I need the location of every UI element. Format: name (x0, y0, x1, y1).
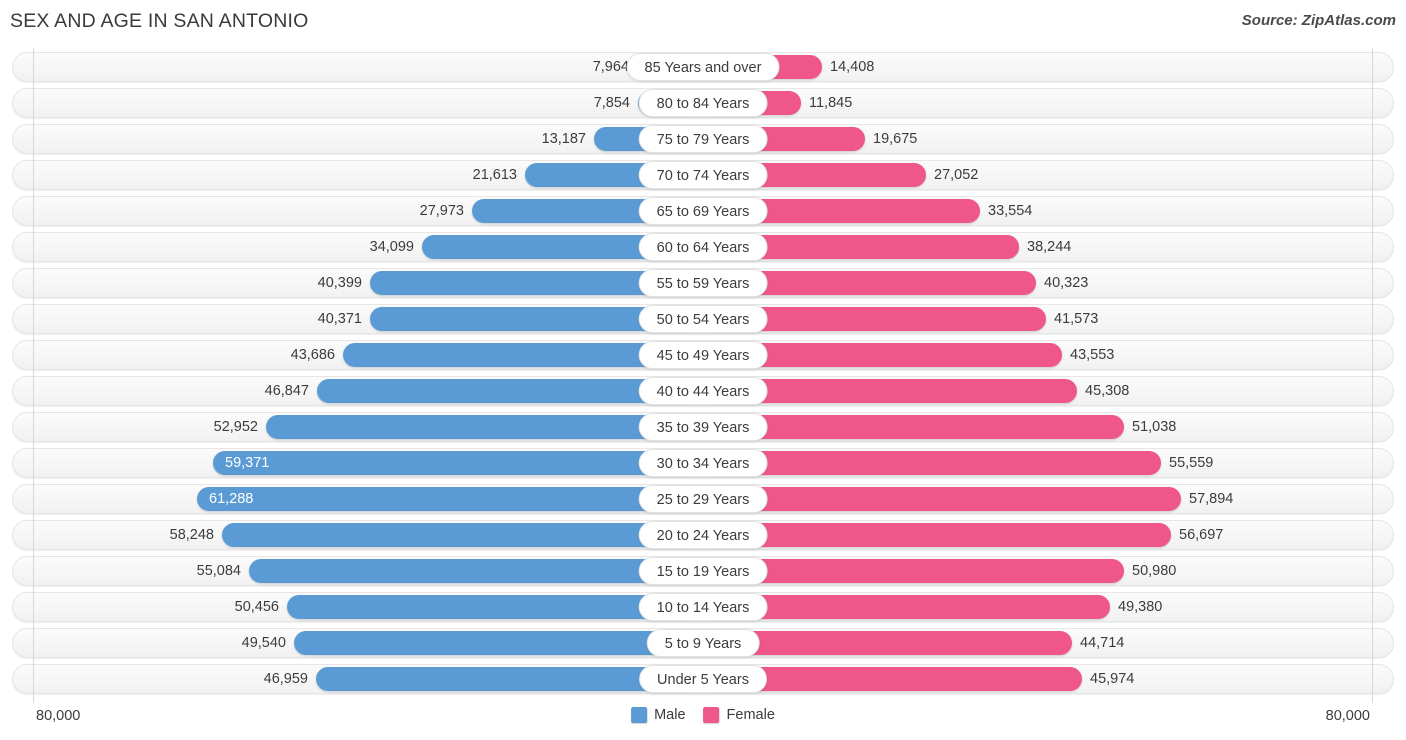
chart-row: 61,288 57,894 25 to 29 Years (12, 484, 1394, 514)
chart-header: SEX AND AGE IN SAN ANTONIO Source: ZipAt… (0, 0, 1406, 44)
female-value-label: 45,974 (1090, 671, 1135, 687)
legend-swatch-icon (703, 707, 720, 723)
female-value-label: 11,845 (809, 95, 853, 111)
female-value-label: 49,380 (1118, 599, 1163, 615)
male-bar[interactable] (266, 415, 703, 439)
age-group-label: 45 to 49 Years (638, 341, 768, 369)
chart-row: 50,456 49,380 10 to 14 Years (12, 592, 1394, 622)
chart-row: 46,959 45,974 Under 5 Years (12, 664, 1394, 694)
chart-row: 40,371 41,573 50 to 54 Years (12, 304, 1394, 334)
male-value-label: 59,371 (225, 455, 270, 471)
chart-row: 58,248 56,697 20 to 24 Years (12, 520, 1394, 550)
age-group-label: 60 to 64 Years (638, 233, 768, 261)
male-value-label: 27,973 (419, 203, 464, 219)
male-value-label: 34,099 (369, 239, 414, 255)
chart-row: 7,854 11,845 80 to 84 Years (12, 88, 1394, 118)
female-value-label: 19,675 (873, 131, 918, 147)
chart-row: 21,613 27,052 70 to 74 Years (12, 160, 1394, 190)
age-group-label: 55 to 59 Years (638, 269, 768, 297)
legend-swatch-icon (631, 707, 648, 723)
male-value-label: 7,854 (593, 95, 630, 111)
source-attribution: Source: ZipAtlas.com (1241, 12, 1396, 29)
age-group-label: 20 to 24 Years (638, 521, 768, 549)
male-value-label: 49,540 (241, 635, 286, 651)
chart-row: 43,686 43,553 45 to 49 Years (12, 340, 1394, 370)
male-value-label: 52,952 (213, 419, 258, 435)
age-group-label: 5 to 9 Years (646, 629, 760, 657)
chart-row: 55,084 50,980 15 to 19 Years (12, 556, 1394, 586)
male-value-label: 40,399 (317, 275, 362, 291)
male-bar[interactable] (213, 451, 703, 475)
female-value-label: 51,038 (1132, 419, 1177, 435)
chart-row: 27,973 33,554 65 to 69 Years (12, 196, 1394, 226)
female-bar[interactable] (703, 523, 1171, 547)
male-value-label: 46,847 (264, 383, 309, 399)
age-group-label: 30 to 34 Years (638, 449, 768, 477)
female-value-label: 55,559 (1169, 455, 1214, 471)
male-value-label: 58,248 (169, 527, 214, 543)
population-pyramid-chart: SEX AND AGE IN SAN ANTONIO Source: ZipAt… (0, 0, 1406, 740)
male-value-label: 7,964 (592, 59, 629, 75)
page-title: SEX AND AGE IN SAN ANTONIO (10, 10, 309, 32)
plot-area: 7,964 14,408 85 Years and over 7,854 11,845 8… (0, 48, 1406, 703)
female-value-label: 27,052 (934, 167, 979, 183)
male-value-label: 40,371 (317, 311, 362, 327)
age-group-label: 25 to 29 Years (638, 485, 768, 513)
male-value-label: 61,288 (209, 491, 254, 507)
female-value-label: 45,308 (1085, 383, 1130, 399)
male-value-label: 50,456 (234, 599, 279, 615)
female-value-label: 50,980 (1132, 563, 1177, 579)
male-value-label: 21,613 (472, 167, 517, 183)
female-bar[interactable] (703, 451, 1161, 475)
female-value-label: 44,714 (1080, 635, 1125, 651)
female-value-label: 40,323 (1044, 275, 1089, 291)
chart-row: 59,371 55,559 30 to 34 Years (12, 448, 1394, 478)
axis-max-label-left: 80,000 (36, 708, 81, 724)
age-group-label: 35 to 39 Years (638, 413, 768, 441)
female-value-label: 33,554 (988, 203, 1033, 219)
chart-row: 49,540 44,714 5 to 9 Years (12, 628, 1394, 658)
chart-row: 40,399 40,323 55 to 59 Years (12, 268, 1394, 298)
female-value-label: 56,697 (1179, 527, 1224, 543)
legend-label: Female (726, 707, 775, 723)
female-value-label: 38,244 (1027, 239, 1072, 255)
age-group-label: 50 to 54 Years (638, 305, 768, 333)
male-value-label: 13,187 (541, 131, 586, 147)
age-group-label: 65 to 69 Years (638, 197, 768, 225)
male-value-label: 55,084 (196, 563, 241, 579)
legend-item-female[interactable]: Female (703, 707, 775, 723)
female-value-label: 14,408 (830, 59, 875, 75)
male-bar[interactable] (294, 631, 703, 655)
chart-row: 46,847 45,308 40 to 44 Years (12, 376, 1394, 406)
age-group-label: 80 to 84 Years (638, 89, 768, 117)
axis-line-left (33, 48, 34, 703)
male-bar[interactable] (249, 559, 703, 583)
age-group-label: 85 Years and over (626, 53, 780, 81)
chart-legend: Male Female (631, 707, 775, 723)
age-group-label: 70 to 74 Years (638, 161, 768, 189)
age-group-label: Under 5 Years (639, 665, 767, 693)
female-value-label: 43,553 (1070, 347, 1115, 363)
chart-row: 34,099 38,244 60 to 64 Years (12, 232, 1394, 262)
age-group-label: 40 to 44 Years (638, 377, 768, 405)
chart-footer: 80,000 80,000 Male Female (0, 703, 1406, 740)
legend-label: Male (654, 707, 686, 723)
axis-line-right (1372, 48, 1373, 703)
age-group-label: 75 to 79 Years (638, 125, 768, 153)
chart-row: 13,187 19,675 75 to 79 Years (12, 124, 1394, 154)
age-group-label: 15 to 19 Years (638, 557, 768, 585)
male-bar[interactable] (197, 487, 703, 511)
axis-max-label-right: 80,000 (1325, 708, 1370, 724)
chart-row: 7,964 14,408 85 Years and over (12, 52, 1394, 82)
legend-item-male[interactable]: Male (631, 707, 686, 723)
female-bar[interactable] (703, 487, 1181, 511)
male-value-label: 46,959 (263, 671, 308, 687)
male-value-label: 43,686 (290, 347, 335, 363)
chart-row: 52,952 51,038 35 to 39 Years (12, 412, 1394, 442)
female-value-label: 41,573 (1054, 311, 1099, 327)
female-value-label: 57,894 (1189, 491, 1234, 507)
age-group-label: 10 to 14 Years (638, 593, 768, 621)
male-bar[interactable] (222, 523, 703, 547)
